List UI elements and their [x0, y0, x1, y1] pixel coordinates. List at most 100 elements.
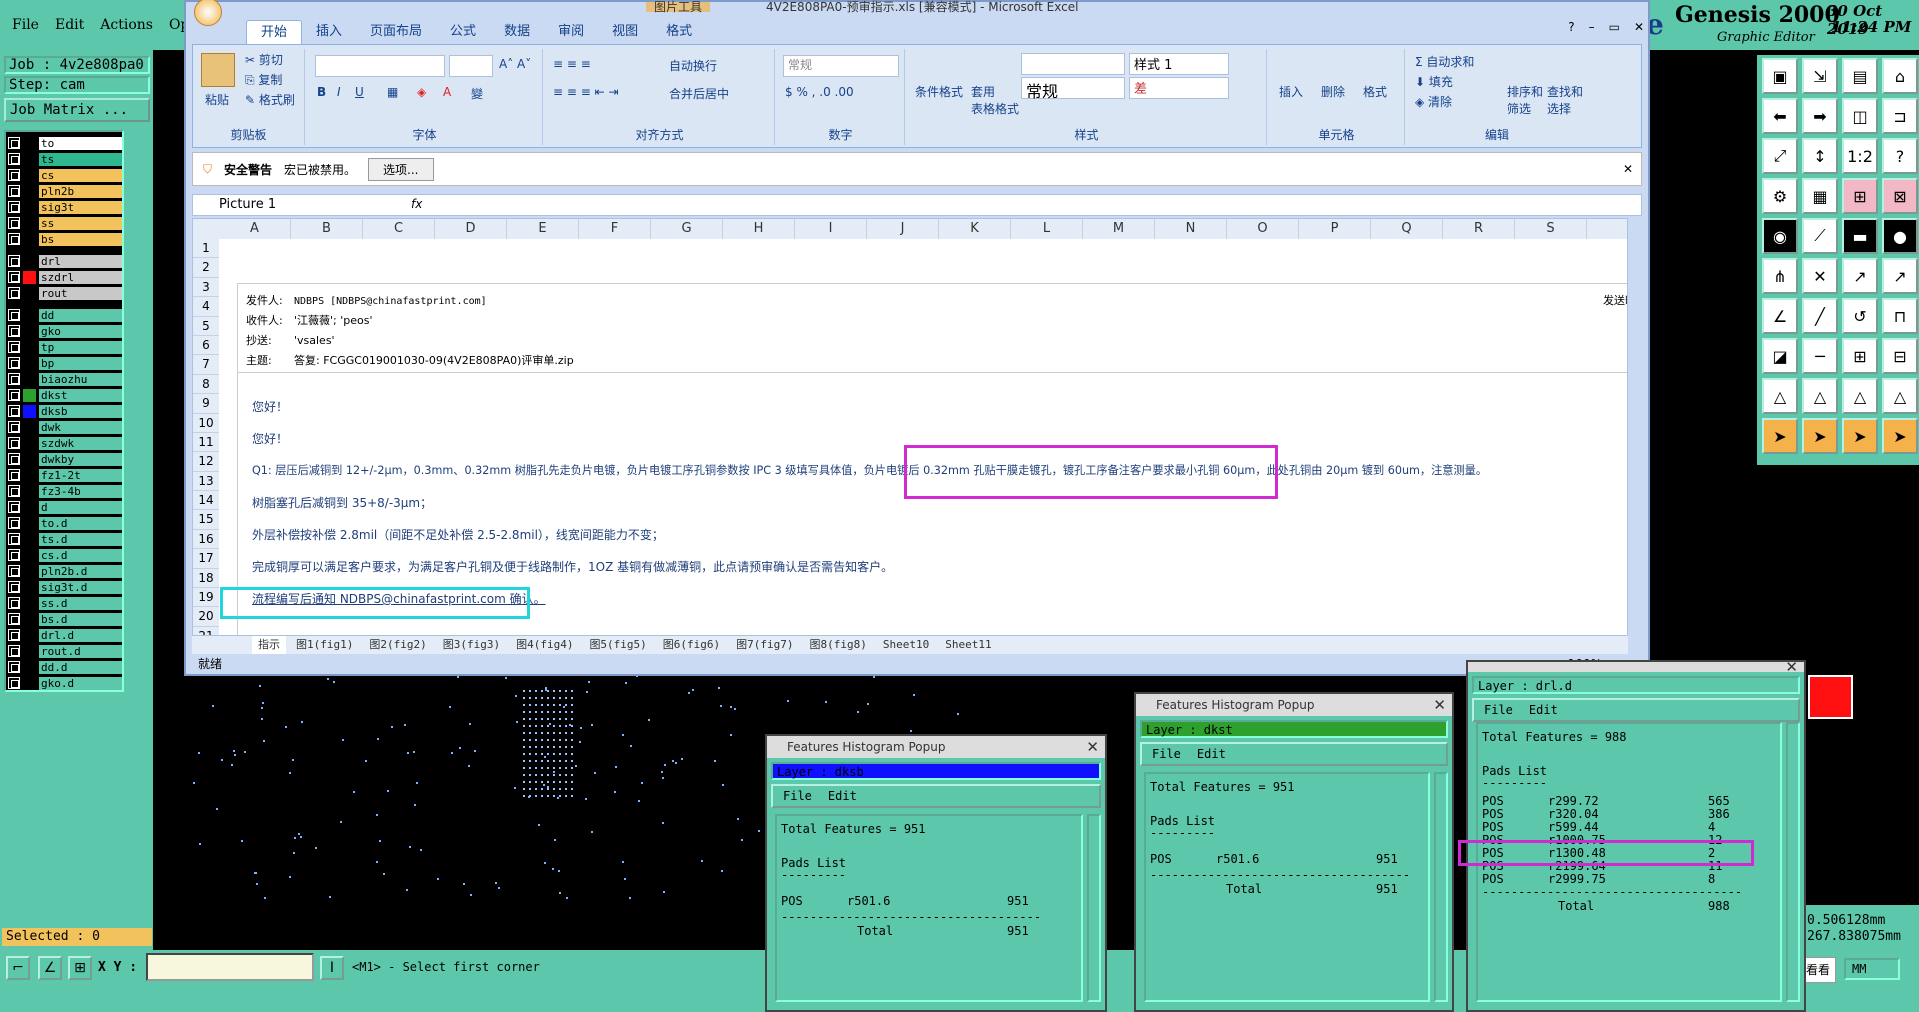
number-format-select[interactable]: 常规	[783, 55, 899, 77]
tool-icon[interactable]: ⊟	[1882, 338, 1918, 374]
fill-button[interactable]: ⬇ 填充	[1415, 73, 1453, 90]
format-painter-button[interactable]: ✎ 格式刷	[245, 91, 295, 108]
grid-tool-icon[interactable]: ⊞	[68, 956, 92, 980]
layer-row[interactable]: sig3t.d	[8, 580, 122, 594]
layer-checkbox[interactable]	[8, 309, 20, 321]
row-header[interactable]: 12	[193, 452, 219, 472]
popup-scrollbar[interactable]	[1087, 814, 1101, 1002]
tool-icon[interactable]: ➤	[1882, 418, 1918, 454]
font-grow-icon[interactable]: A˄ A˅	[499, 57, 531, 71]
layer-checkbox[interactable]	[8, 271, 20, 283]
layer-row[interactable]: rout.d	[8, 644, 122, 658]
layer-checkbox[interactable]	[8, 565, 20, 577]
layer-checkbox[interactable]	[8, 325, 20, 337]
row-header[interactable]: 15	[193, 510, 219, 530]
ribbon-tab[interactable]: 插入	[302, 20, 356, 44]
close-icon[interactable]: ✕	[1634, 20, 1644, 34]
tool-icon[interactable]: ●	[1882, 218, 1918, 254]
layer-checkbox[interactable]	[8, 437, 20, 449]
percent-icon[interactable]: $ % , .0 .00	[785, 85, 854, 99]
align-top-icon[interactable]: ≡ ≡ ≡	[553, 57, 591, 71]
layer-checkbox[interactable]	[8, 341, 20, 353]
layer-row[interactable]: cs	[8, 168, 122, 182]
copy-button[interactable]: ⎘ 复制	[245, 71, 282, 88]
layer-row[interactable]: szdrl	[8, 270, 122, 284]
tool-icon[interactable]: ⤢	[1762, 138, 1798, 174]
layer-checkbox[interactable]	[8, 217, 20, 229]
cut-button[interactable]: ✂ 剪切	[245, 51, 283, 68]
sheet-tab[interactable]: 图3(fig3)	[437, 636, 506, 654]
tool-icon[interactable]: ◪	[1762, 338, 1798, 374]
format-cells-button[interactable]: 格式	[1363, 83, 1387, 100]
menu-edit[interactable]: Edit	[55, 17, 84, 33]
layer-row[interactable]: dkst	[8, 388, 122, 402]
row-header[interactable]: 16	[193, 529, 219, 550]
layer-checkbox[interactable]	[8, 153, 20, 165]
close-icon[interactable]: ✕	[1086, 736, 1099, 758]
font-color-icon[interactable]: A	[443, 85, 451, 99]
layer-row[interactable]: ss	[8, 216, 122, 230]
style-normal[interactable]: 常规	[1021, 77, 1125, 101]
layer-row[interactable]: pln2b.d	[8, 564, 122, 578]
tool-icon[interactable]: △	[1882, 378, 1918, 414]
name-box[interactable]: Picture 1	[219, 197, 276, 212]
column-header[interactable]: Q	[1371, 219, 1443, 239]
column-header[interactable]: D	[435, 219, 507, 239]
popup-file-menu[interactable]: File	[783, 789, 812, 803]
layer-checkbox[interactable]	[8, 501, 20, 513]
sheet-tab[interactable]: 图5(fig5)	[583, 636, 652, 654]
sheet-tab[interactable]: 指示	[252, 636, 286, 654]
layer-row[interactable]: dksb	[8, 404, 122, 418]
sheet-tab[interactable]: 图1(fig1)	[290, 636, 359, 654]
layer-checkbox[interactable]	[8, 533, 20, 545]
layer-row[interactable]: gko	[8, 324, 122, 338]
delete-cells-button[interactable]: 删除	[1321, 83, 1345, 100]
conditional-format-button[interactable]: 条件格式	[915, 83, 963, 100]
row-header[interactable]: 17	[193, 549, 219, 569]
layer-checkbox[interactable]	[8, 645, 20, 657]
sheet-tab[interactable]: 图2(fig2)	[363, 636, 432, 654]
tool-icon[interactable]: ─	[1802, 338, 1838, 374]
column-header[interactable]: F	[579, 219, 651, 239]
row-header[interactable]: 3	[193, 277, 219, 298]
table-format-button[interactable]: 套用 表格格式	[971, 83, 1019, 117]
ribbon-tab[interactable]: 数据	[490, 20, 544, 44]
row-header[interactable]: 13	[193, 471, 219, 492]
layer-row[interactable]: bs	[8, 232, 122, 246]
tool-icon[interactable]: ➡	[1802, 98, 1838, 134]
layer-row[interactable]: drl	[8, 254, 122, 268]
tool-icon[interactable]: △	[1842, 378, 1878, 414]
column-header[interactable]: I	[795, 219, 867, 239]
layer-checkbox[interactable]	[8, 287, 20, 299]
layer-row[interactable]: bp	[8, 356, 122, 370]
phonetic-icon[interactable]: 變	[471, 85, 483, 102]
office-button[interactable]	[194, 0, 222, 26]
cursor-tool-icon[interactable]: I	[320, 956, 344, 980]
layer-checkbox[interactable]	[8, 185, 20, 197]
fx-icon[interactable]: fx	[411, 197, 422, 211]
tool-icon[interactable]: △	[1762, 378, 1798, 414]
layer-checkbox[interactable]	[8, 581, 20, 593]
popup-edit-menu[interactable]: Edit	[1197, 747, 1226, 761]
row-header[interactable]: 4	[193, 297, 219, 317]
layer-checkbox[interactable]	[8, 453, 20, 465]
tool-icon[interactable]: ⊐	[1882, 98, 1918, 134]
tool-icon[interactable]: ➤	[1802, 418, 1838, 454]
sort-filter-button[interactable]: 排序和 筛选	[1507, 83, 1543, 117]
column-header[interactable]: P	[1299, 219, 1371, 239]
layer-checkbox[interactable]	[8, 661, 20, 673]
tool-icon[interactable]: ⊠	[1882, 178, 1918, 214]
insert-cells-button[interactable]: 插入	[1279, 83, 1303, 100]
layer-row[interactable]: gko.d	[8, 676, 122, 690]
tool-icon[interactable]: ↗	[1882, 258, 1918, 294]
column-header[interactable]: M	[1083, 219, 1155, 239]
column-header[interactable]: N	[1155, 219, 1227, 239]
layer-checkbox[interactable]	[8, 373, 20, 385]
column-header[interactable]: J	[867, 219, 939, 239]
tool-icon[interactable]: ➤	[1762, 418, 1798, 454]
layer-row[interactable]: to.d	[8, 516, 122, 530]
tool-icon[interactable]: ⊞	[1842, 338, 1878, 374]
layer-checkbox[interactable]	[8, 549, 20, 561]
align-left-icon[interactable]: ≡ ≡ ≡ ⇤ ⇥	[553, 85, 619, 99]
layer-checkbox[interactable]	[8, 677, 20, 689]
